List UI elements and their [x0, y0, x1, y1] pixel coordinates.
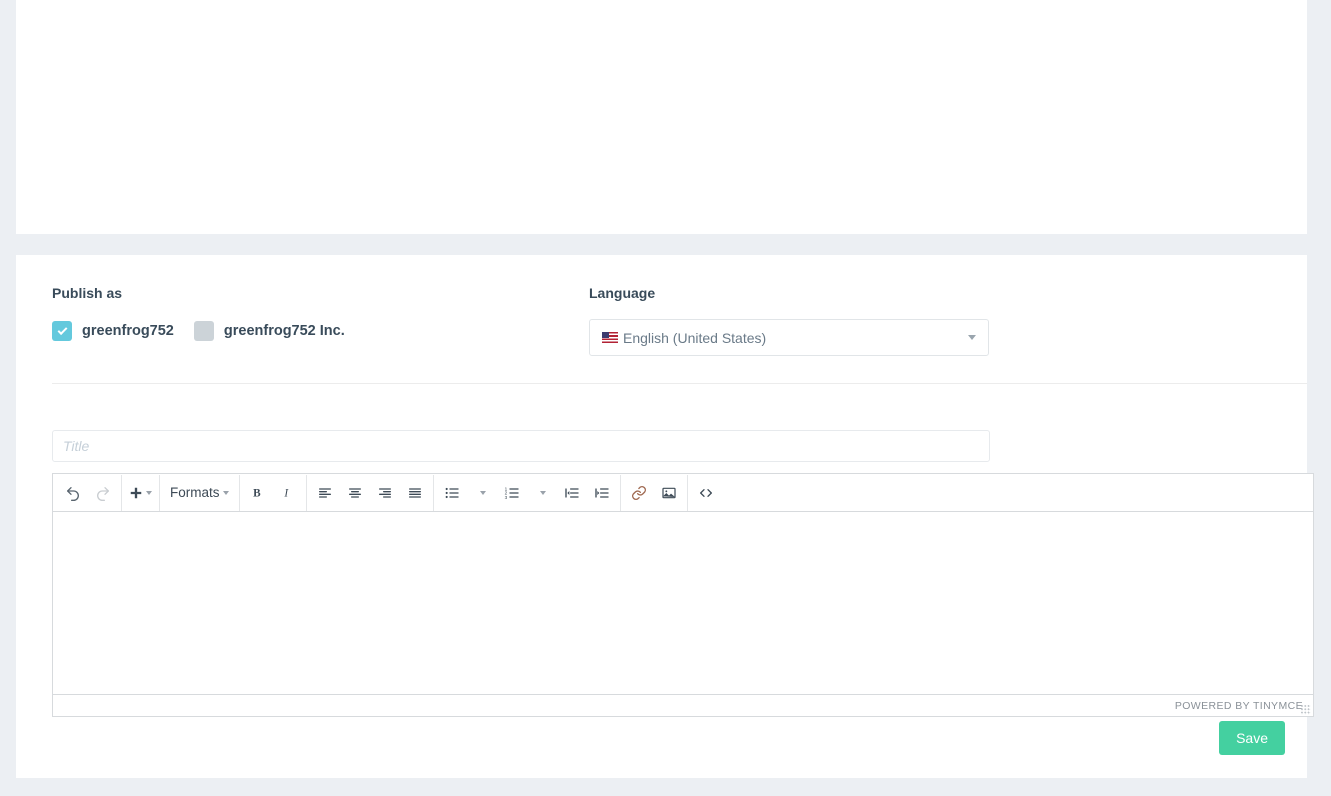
section-divider	[52, 383, 1307, 384]
svg-text:3: 3	[504, 495, 507, 500]
language-select[interactable]: English (United States)	[589, 319, 989, 356]
bullet-list-dropdown[interactable]	[467, 479, 497, 507]
italic-button[interactable]: I	[273, 479, 303, 507]
toolbar-group-align	[307, 474, 434, 511]
undo-button[interactable]	[58, 479, 88, 507]
title-input[interactable]	[52, 430, 990, 462]
save-button[interactable]: Save	[1219, 721, 1285, 755]
editor-toolbar: Formats B I 1 2 3	[53, 474, 1313, 512]
bold-button[interactable]: B	[243, 479, 273, 507]
chevron-down-icon	[480, 490, 487, 495]
toolbar-group-code	[688, 475, 724, 511]
outdent-button[interactable]	[557, 479, 587, 507]
publish-as-checkbox-company[interactable]	[193, 321, 214, 341]
source-code-button[interactable]	[691, 479, 721, 507]
publish-as-checkbox-personal[interactable]	[52, 321, 72, 341]
bullet-list-button[interactable]	[437, 479, 467, 507]
redo-button[interactable]	[88, 479, 118, 507]
chevron-down-icon	[968, 335, 976, 340]
composer-card: Publish as greenfrog752 greenfrog752 Inc…	[16, 255, 1314, 778]
toolbar-group-style: B I	[240, 474, 307, 511]
indent-button[interactable]	[587, 479, 617, 507]
editor-branding: POWERED BY TINYMCE	[1174, 699, 1303, 712]
toolbar-group-formats: Formats	[160, 474, 240, 511]
numbered-list-dropdown[interactable]	[527, 479, 557, 507]
publish-as-block: Publish as greenfrog752 greenfrog752 Inc…	[52, 285, 365, 341]
chevron-down-icon	[540, 490, 547, 495]
toolbar-group-history	[55, 474, 122, 511]
toolbar-group-insert	[122, 474, 160, 511]
publish-as-label-company: greenfrog752 Inc.	[223, 323, 345, 339]
align-center-button[interactable]	[340, 479, 370, 507]
formats-dropdown[interactable]: Formats	[163, 485, 236, 500]
formats-label: Formats	[170, 485, 220, 500]
chevron-down-icon	[222, 490, 229, 495]
post-list-card: 0 0	[16, 0, 1307, 234]
editor-status-bar: POWERED BY TINYMCE	[53, 694, 1313, 716]
svg-text:B: B	[253, 487, 261, 499]
insert-button[interactable]	[125, 479, 156, 507]
align-left-button[interactable]	[310, 479, 340, 507]
chevron-down-icon	[146, 490, 152, 495]
align-right-button[interactable]	[370, 479, 400, 507]
image-button[interactable]	[654, 479, 684, 507]
language-label: Language	[589, 285, 656, 301]
toolbar-group-insert-media	[621, 474, 688, 511]
svg-text:I: I	[283, 487, 289, 499]
editor-resize-handle[interactable]	[1301, 705, 1311, 715]
numbered-list-button[interactable]: 123	[497, 479, 527, 507]
link-button[interactable]	[624, 479, 654, 507]
publish-as-options: greenfrog752 greenfrog752 Inc.	[52, 321, 365, 341]
toolbar-group-lists: 123	[434, 474, 621, 511]
check-icon	[57, 324, 67, 335]
flag-united-states-icon	[602, 332, 618, 343]
align-justify-button[interactable]	[400, 479, 430, 507]
editor-body[interactable]	[53, 512, 1313, 694]
publish-as-label-personal: greenfrog752	[82, 323, 174, 339]
rich-text-editor: Formats B I 1 2 3 POWERED BY TINYMCE	[52, 473, 1314, 717]
publish-as-label: Publish as	[52, 285, 123, 301]
language-select-value: English (United States)	[623, 329, 767, 346]
language-block: Language English (United States)	[589, 285, 989, 356]
